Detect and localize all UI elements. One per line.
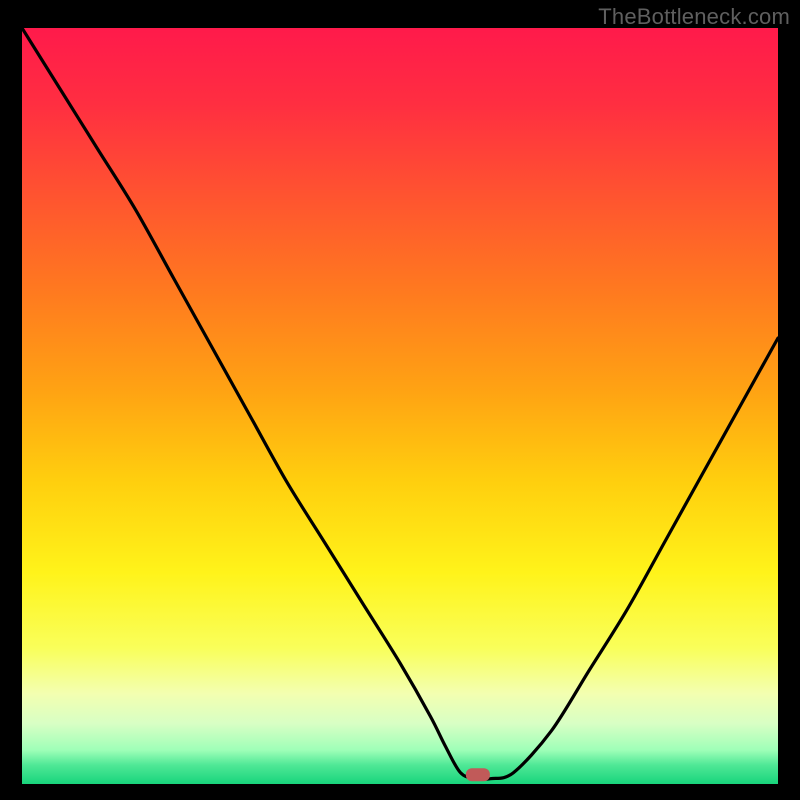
attribution-label: TheBottleneck.com: [598, 4, 790, 30]
bottleneck-plot: [22, 28, 778, 784]
chart-frame: TheBottleneck.com: [0, 0, 800, 800]
plot-svg: [22, 28, 778, 784]
gradient-background: [22, 28, 778, 784]
optimal-point-marker: [466, 768, 490, 781]
